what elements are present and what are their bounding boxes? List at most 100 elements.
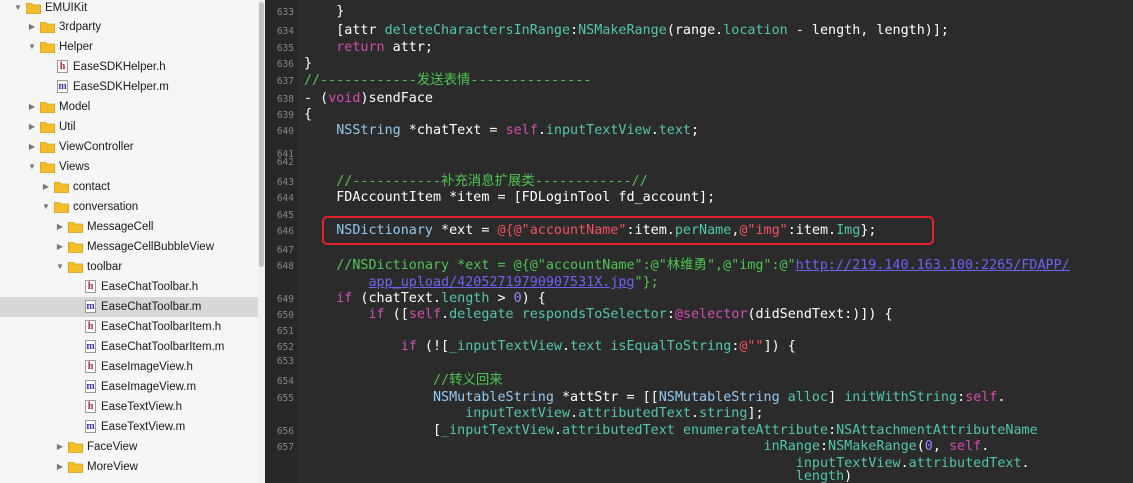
code-line[interactable]: //转义回来: [304, 372, 503, 389]
disclosure-collapsed-icon[interactable]: ▶: [27, 117, 37, 137]
code-line[interactable]: //NSDictionary *ext = @{@"accountName":@…: [304, 257, 1070, 274]
folder-group-3rdparty[interactable]: ▶ 3rdparty: [0, 17, 258, 37]
code-token: .: [537, 123, 546, 138]
code-line[interactable]: [_inputTextView.attributedText enumerate…: [304, 422, 1038, 439]
code-line[interactable]: inRange:NSMakeRange(0, self.: [304, 438, 990, 455]
code-line[interactable]: FDAccountItem *item = [FDLoginTool fd_ac…: [304, 189, 715, 206]
disclosure-collapsed-icon[interactable]: ▶: [55, 437, 65, 457]
code-line[interactable]: NSMutableString *attStr = [[NSMutableStr…: [304, 389, 1005, 406]
navigator-scroll-thumb[interactable]: [259, 2, 264, 267]
code-token: :: [957, 390, 966, 405]
code-token: 0: [513, 291, 522, 306]
folder-group-faceview[interactable]: ▶ FaceView: [0, 437, 258, 457]
disclosure-collapsed-icon[interactable]: ▶: [55, 457, 65, 477]
code-line[interactable]: if ([self.delegate respondsToSelector:@s…: [304, 306, 893, 323]
code-line[interactable]: NSString *chatText = self.inputTextView.…: [304, 122, 699, 139]
navigator-scrollbar[interactable]: [258, 0, 265, 483]
code-token: _inputTextView: [441, 423, 554, 438]
folder-group-emuikit[interactable]: ▼ EMUIKit: [0, 0, 258, 18]
code-token: NSAttachmentAttributeName: [836, 423, 1038, 438]
code-line[interactable]: inputTextView.attributedText.string];: [304, 405, 763, 422]
header-file-icon: h: [85, 360, 96, 373]
disclosure-expanded-icon[interactable]: ▼: [55, 257, 65, 277]
folder-group-moreview[interactable]: ▶ MoreView: [0, 457, 258, 477]
file-item-easeimageview-h[interactable]: h EaseImageView.h: [0, 357, 258, 377]
implementation-file-icon: m: [57, 80, 68, 93]
code-line[interactable]: //------------发送表情---------------: [304, 72, 591, 89]
folder-icon: [40, 101, 55, 113]
line-number: 656: [276, 426, 294, 437]
code-line[interactable]: if (![_inputTextView.text isEqualToStrin…: [304, 338, 796, 355]
tree-item-label: EaseChatToolbar.m: [101, 301, 202, 313]
code-line[interactable]: {: [304, 106, 312, 123]
tree-item-label: contact: [73, 181, 111, 193]
tree-item-label: Views: [59, 161, 90, 173]
code-token: >: [489, 291, 514, 306]
code-token: attr;: [384, 40, 433, 55]
file-item-easetextview-m[interactable]: m EaseTextView.m: [0, 417, 258, 437]
disclosure-expanded-icon[interactable]: ▼: [27, 157, 37, 177]
line-number: 648: [276, 261, 294, 272]
code-line[interactable]: NSDictionary *ext = @{@"accountName":ite…: [304, 222, 876, 239]
code-token: :: [666, 307, 675, 322]
code-line[interactable]: length): [304, 468, 852, 483]
disclosure-collapsed-icon[interactable]: ▶: [55, 237, 65, 257]
code-token: if: [336, 291, 353, 306]
folder-group-conversation[interactable]: ▼ conversation: [0, 197, 258, 217]
code-line[interactable]: }: [304, 55, 312, 72]
code-token: enumerateAttribute: [682, 423, 829, 438]
folder-group-messagecell[interactable]: ▶ MessageCell: [0, 217, 258, 237]
code-line[interactable]: app_upload/42052719790907531X.jpg"};: [304, 274, 659, 291]
disclosure-collapsed-icon[interactable]: ▶: [27, 137, 37, 157]
line-number: 647: [276, 245, 294, 256]
folder-icon: [54, 201, 69, 213]
disclosure-collapsed-icon[interactable]: ▶: [41, 177, 51, 197]
folder-group-contact[interactable]: ▶ contact: [0, 177, 258, 197]
line-number-gutter: 633 634 635 636 637 638 639 640 641 642 643 644 645 6…: [265, 0, 299, 483]
folder-group-util[interactable]: ▶ Util: [0, 117, 258, 137]
line-number: 635: [276, 43, 294, 54]
disclosure-collapsed-icon[interactable]: ▶: [55, 217, 65, 237]
code-token: perName: [674, 223, 732, 238]
code-line[interactable]: - (void)sendFace: [304, 90, 433, 107]
disclosure-expanded-icon[interactable]: ▼: [41, 197, 51, 217]
folder-group-toolbar[interactable]: ▼ toolbar: [0, 257, 258, 277]
tree-item-label: EaseSDKHelper.h: [73, 61, 166, 73]
file-item-easechattoolbaritem-m[interactable]: m EaseChatToolbarItem.m: [0, 337, 258, 357]
code-token: ]: [828, 390, 845, 405]
file-item-easesdkhelper-h[interactable]: h EaseSDKHelper.h: [0, 57, 258, 77]
code-token: .: [900, 456, 909, 471]
code-line[interactable]: [attr deleteCharactersInRange:NSMakeRang…: [304, 22, 949, 39]
disclosure-collapsed-icon[interactable]: ▶: [27, 17, 37, 37]
file-item-easechattoolbar-h[interactable]: h EaseChatToolbar.h: [0, 277, 258, 297]
folder-group-views[interactable]: ▼ Views: [0, 157, 258, 177]
folder-group-model[interactable]: ▶ Model: [0, 97, 258, 117]
code-token: .: [650, 123, 659, 138]
code-token: respondsToSelector: [521, 307, 667, 322]
line-number: 646: [276, 226, 294, 237]
file-item-easesdkhelper-m[interactable]: m EaseSDKHelper.m: [0, 77, 258, 97]
file-item-easechattoolbaritem-h[interactable]: h EaseChatToolbarItem.h: [0, 317, 258, 337]
disclosure-collapsed-icon[interactable]: ▶: [27, 97, 37, 117]
disclosure-expanded-icon[interactable]: ▼: [13, 0, 23, 18]
code-editor[interactable]: } [attr deleteCharactersInRange:NSMakeRa…: [298, 0, 1133, 483]
file-item-easechattoolbar-m[interactable]: m EaseChatToolbar.m: [0, 297, 258, 317]
code-token: *chatText =: [400, 123, 506, 138]
disclosure-expanded-icon[interactable]: ▼: [27, 37, 37, 57]
file-item-easetextview-h[interactable]: h EaseTextView.h: [0, 397, 258, 417]
code-line[interactable]: if (chatText.length > 0) {: [304, 290, 546, 307]
tree-item-label: EMUIKit: [45, 2, 88, 14]
folder-group-viewcontroller[interactable]: ▶ ViewController: [0, 137, 258, 157]
code-line[interactable]: return attr;: [304, 39, 433, 56]
file-item-easeimageview-m[interactable]: m EaseImageView.m: [0, 377, 258, 397]
code-line[interactable]: //-----------补充消息扩展类------------//: [304, 173, 647, 190]
folder-group-messagecellbubbleview[interactable]: ▶ MessageCellBubbleView: [0, 237, 258, 257]
code-token: - (: [304, 91, 329, 106]
code-line[interactable]: }: [304, 3, 344, 20]
code-token: (didSendText:)]) {: [747, 307, 893, 322]
folder-group-helper[interactable]: ▼ Helper: [0, 37, 258, 57]
